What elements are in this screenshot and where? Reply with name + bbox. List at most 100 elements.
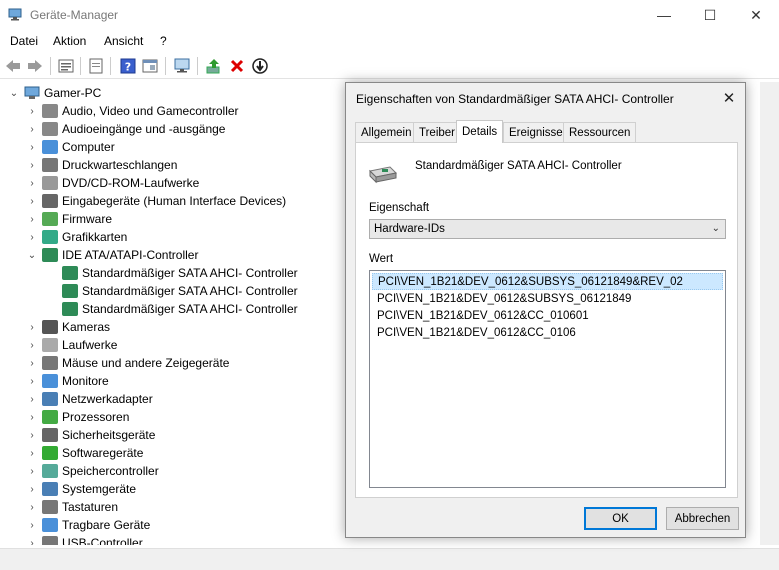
device-name: Standardmäßiger SATA AHCI- Controller bbox=[415, 160, 622, 172]
tree-root[interactable]: ⌄ Gamer-PC bbox=[8, 84, 102, 102]
tree-item-label: Netzwerkadapter bbox=[62, 392, 153, 406]
maximize-button[interactable]: ☐ bbox=[687, 0, 733, 30]
tree-item[interactable]: › Prozessoren bbox=[26, 408, 129, 426]
device-tree[interactable]: ⌄ Gamer-PC › Audio, Video und Gamecontrol… bbox=[0, 82, 345, 545]
tree-child-item[interactable]: Standardmäßiger SATA AHCI- Controller bbox=[62, 300, 298, 318]
tree-item[interactable]: › USB-Controller bbox=[26, 534, 143, 545]
tree-item[interactable]: › Tastaturen bbox=[26, 498, 118, 516]
chevron-right-icon[interactable]: › bbox=[26, 214, 38, 225]
chevron-right-icon[interactable]: › bbox=[26, 538, 38, 546]
ok-button[interactable]: OK bbox=[584, 507, 657, 530]
chevron-right-icon[interactable]: › bbox=[26, 520, 38, 531]
chevron-right-icon[interactable]: › bbox=[26, 358, 38, 369]
tree-item-label: Kameras bbox=[62, 320, 111, 334]
chevron-right-icon[interactable]: › bbox=[26, 394, 38, 405]
help-icon[interactable]: ? bbox=[119, 57, 137, 75]
forward-arrow-icon[interactable] bbox=[26, 57, 44, 75]
tab-ressourcen[interactable]: Ressourcen bbox=[563, 122, 637, 142]
speaker-icon bbox=[42, 104, 58, 118]
tree-item[interactable]: › Netzwerkadapter bbox=[26, 390, 153, 408]
tree-item[interactable]: › Sicherheitsgeräte bbox=[26, 426, 155, 444]
menu-ansicht[interactable]: Ansicht bbox=[104, 34, 143, 48]
tab-ereignisse[interactable]: Ereignisse bbox=[503, 122, 569, 142]
chevron-right-icon[interactable]: › bbox=[26, 322, 38, 333]
chevron-right-icon[interactable]: › bbox=[26, 142, 38, 153]
document-icon[interactable] bbox=[87, 57, 105, 75]
disable-device-icon[interactable] bbox=[251, 57, 269, 75]
chevron-right-icon[interactable]: › bbox=[26, 232, 38, 243]
tree-child-item[interactable]: Standardmäßiger SATA AHCI- Controller bbox=[62, 264, 298, 282]
horizontal-scrollbar[interactable] bbox=[0, 548, 779, 570]
tree-item[interactable]: › Eingabegeräte (Human Interface Devices) bbox=[26, 192, 286, 210]
tree-item[interactable]: › Druckwarteschlangen bbox=[26, 156, 177, 174]
tree-item-label: Firmware bbox=[62, 212, 112, 226]
list-item[interactable]: PCI\VEN_1B21&DEV_0612&CC_0106 bbox=[372, 324, 723, 341]
dialog-title: Eigenschaften von Standardmäßiger SATA A… bbox=[356, 92, 674, 106]
tree-item[interactable]: ⌄ IDE ATA/ATAPI-Controller bbox=[26, 246, 198, 264]
chevron-right-icon[interactable]: › bbox=[26, 196, 38, 207]
chevron-right-icon[interactable]: › bbox=[26, 466, 38, 477]
list-item[interactable]: PCI\VEN_1B21&DEV_0612&CC_010601 bbox=[372, 307, 723, 324]
update-driver-icon[interactable] bbox=[205, 57, 223, 75]
menu-help[interactable]: ? bbox=[160, 34, 167, 48]
chevron-right-icon[interactable]: › bbox=[26, 412, 38, 423]
tab-allgemein[interactable]: Allgemein bbox=[355, 122, 418, 142]
chevron-right-icon[interactable]: › bbox=[26, 430, 38, 441]
window-title: Geräte-Manager bbox=[30, 8, 119, 22]
tree-child-item[interactable]: Standardmäßiger SATA AHCI- Controller bbox=[62, 282, 298, 300]
chevron-right-icon[interactable]: › bbox=[26, 124, 38, 135]
system-icon bbox=[42, 482, 58, 496]
chevron-right-icon[interactable]: › bbox=[26, 448, 38, 459]
list-item[interactable]: PCI\VEN_1B21&DEV_0612&SUBSYS_06121849 bbox=[372, 290, 723, 307]
value-listbox[interactable]: PCI\VEN_1B21&DEV_0612&SUBSYS_06121849&RE… bbox=[369, 270, 726, 488]
window-view-icon[interactable] bbox=[141, 57, 159, 75]
property-label: Eigenschaft bbox=[369, 202, 430, 214]
close-button[interactable]: ✕ bbox=[733, 0, 779, 30]
tab-details[interactable]: Details bbox=[456, 120, 504, 143]
tree-item[interactable]: › Grafikkarten bbox=[26, 228, 127, 246]
property-select[interactable]: Hardware-IDs ⌄ bbox=[369, 219, 726, 239]
chevron-right-icon[interactable]: › bbox=[26, 502, 38, 513]
tree-item[interactable]: › Softwaregeräte bbox=[26, 444, 143, 462]
tree-item[interactable]: › Computer bbox=[26, 138, 115, 156]
uninstall-icon[interactable] bbox=[228, 57, 246, 75]
tree-item[interactable]: › Tragbare Geräte bbox=[26, 516, 150, 534]
tree-item[interactable]: › Monitore bbox=[26, 372, 109, 390]
chevron-right-icon[interactable]: › bbox=[26, 340, 38, 351]
cancel-button[interactable]: Abbrechen bbox=[666, 507, 739, 530]
controller-icon bbox=[62, 302, 78, 316]
tree-item[interactable]: › Mäuse und andere Zeigegeräte bbox=[26, 354, 229, 372]
minimize-button[interactable]: — bbox=[641, 0, 687, 30]
tree-child-label: Standardmäßiger SATA AHCI- Controller bbox=[82, 302, 298, 316]
chevron-right-icon[interactable]: › bbox=[26, 484, 38, 495]
chevron-right-icon[interactable]: › bbox=[26, 178, 38, 189]
chevron-right-icon[interactable]: › bbox=[26, 376, 38, 387]
tree-item[interactable]: › Audioeingänge und -ausgänge bbox=[26, 120, 225, 138]
tab-treiber[interactable]: Treiber bbox=[413, 122, 461, 142]
tree-item[interactable]: › Firmware bbox=[26, 210, 112, 228]
tree-item[interactable]: › DVD/CD-ROM-Laufwerke bbox=[26, 174, 199, 192]
tree-root-label: Gamer-PC bbox=[44, 86, 102, 100]
speaker-icon bbox=[42, 122, 58, 136]
tree-item[interactable]: › Systemgeräte bbox=[26, 480, 136, 498]
properties-view-icon[interactable] bbox=[57, 57, 75, 75]
list-item[interactable]: PCI\VEN_1B21&DEV_0612&SUBSYS_06121849&RE… bbox=[372, 273, 723, 290]
menu-aktion[interactable]: Aktion bbox=[53, 34, 86, 48]
tree-item[interactable]: › Laufwerke bbox=[26, 336, 117, 354]
chevron-down-icon[interactable]: ⌄ bbox=[26, 250, 38, 261]
chevron-down-icon[interactable]: ⌄ bbox=[8, 88, 20, 99]
menu-datei[interactable]: Datei bbox=[10, 34, 38, 48]
back-arrow-icon[interactable] bbox=[4, 57, 22, 75]
scan-hardware-icon[interactable] bbox=[173, 57, 191, 75]
tree-item-label: Prozessoren bbox=[62, 410, 130, 424]
dialog-close-button[interactable]: ✕ bbox=[718, 87, 740, 109]
tree-item[interactable]: › Speichercontroller bbox=[26, 462, 159, 480]
chevron-right-icon[interactable]: › bbox=[26, 160, 38, 171]
vertical-scrollbar[interactable] bbox=[760, 82, 779, 545]
tree-item-label: Speichercontroller bbox=[62, 464, 159, 478]
controller-icon bbox=[368, 166, 398, 184]
tree-item[interactable]: › Audio, Video und Gamecontroller bbox=[26, 102, 239, 120]
chevron-right-icon[interactable]: › bbox=[26, 106, 38, 117]
tree-item[interactable]: › Kameras bbox=[26, 318, 110, 336]
tree-item-label: Systemgeräte bbox=[62, 482, 137, 496]
